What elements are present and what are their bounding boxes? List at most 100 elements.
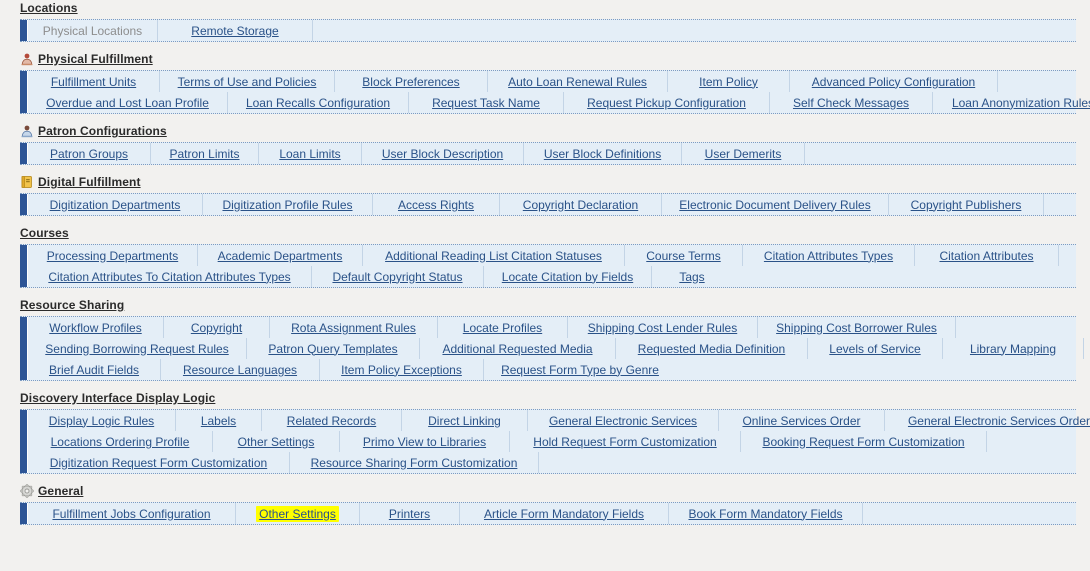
config-link[interactable]: Fulfillment Units: [51, 75, 136, 89]
link-cell[interactable]: Item Policy Exceptions: [320, 359, 484, 380]
link-cell[interactable]: Online Services Order: [719, 410, 885, 431]
config-link[interactable]: Request Form Type by Genre: [501, 363, 659, 377]
config-link[interactable]: Terms of Use and Policies: [178, 75, 317, 89]
config-link[interactable]: Remote Storage: [191, 24, 278, 38]
config-link[interactable]: Display Logic Rules: [49, 414, 154, 428]
link-cell[interactable]: Book Form Mandatory Fields: [669, 503, 863, 524]
config-link[interactable]: Shipping Cost Borrower Rules: [776, 321, 937, 335]
link-cell[interactable]: Rota Assignment Rules: [270, 317, 438, 338]
link-cell[interactable]: User Demerits: [682, 143, 805, 164]
link-cell[interactable]: Shipping Cost Borrower Rules: [758, 317, 956, 338]
link-cell[interactable]: Self Check Messages: [770, 92, 933, 113]
config-link[interactable]: Overdue and Lost Loan Profile: [46, 96, 209, 110]
link-cell[interactable]: Digitization Departments: [28, 194, 203, 215]
config-link[interactable]: Auto Loan Renewal Rules: [508, 75, 647, 89]
config-link[interactable]: Primo View to Libraries: [363, 435, 486, 449]
link-cell[interactable]: Printers: [360, 503, 460, 524]
config-link[interactable]: General Electronic Services: [549, 414, 697, 428]
config-link[interactable]: Citation Attributes: [939, 249, 1033, 263]
config-link[interactable]: Online Services Order: [742, 414, 860, 428]
link-cell[interactable]: Library Mapping: [943, 338, 1084, 359]
link-cell[interactable]: Course Terms: [625, 245, 743, 266]
config-link[interactable]: Additional Requested Media: [442, 342, 592, 356]
config-link[interactable]: Copyright Publishers: [911, 198, 1022, 212]
link-cell[interactable]: Copyright Publishers: [889, 194, 1044, 215]
link-cell[interactable]: Patron Groups: [28, 143, 151, 164]
link-cell[interactable]: User Block Description: [362, 143, 524, 164]
link-cell[interactable]: Article Form Mandatory Fields: [460, 503, 669, 524]
config-link[interactable]: Patron Query Templates: [268, 342, 397, 356]
config-link[interactable]: Additional Reading List Citation Statuse…: [385, 249, 602, 263]
config-link[interactable]: Copyright: [191, 321, 242, 335]
link-cell[interactable]: Remote Storage: [158, 20, 313, 41]
config-link[interactable]: Booking Request Form Customization: [762, 435, 964, 449]
link-cell[interactable]: Labels: [176, 410, 262, 431]
config-link[interactable]: Requested Media Definition: [638, 342, 785, 356]
link-cell[interactable]: Processing Departments: [28, 245, 198, 266]
config-link[interactable]: Other Settings: [238, 435, 315, 449]
link-cell[interactable]: Block Preferences: [335, 71, 488, 92]
config-link[interactable]: Block Preferences: [362, 75, 459, 89]
link-cell[interactable]: Request Task Name: [409, 92, 564, 113]
config-link[interactable]: Locate Citation by Fields: [502, 270, 633, 284]
link-cell[interactable]: General Electronic Services Order: [885, 410, 1090, 431]
config-link[interactable]: User Block Description: [382, 147, 503, 161]
link-cell[interactable]: Levels of Service: [808, 338, 943, 359]
config-link[interactable]: Citation Attributes To Citation Attribut…: [48, 270, 290, 284]
link-cell[interactable]: Patron Query Templates: [247, 338, 420, 359]
link-cell[interactable]: Fulfillment Units: [28, 71, 160, 92]
link-cell[interactable]: Citation Attributes Types: [743, 245, 915, 266]
config-link[interactable]: Other Settings: [259, 507, 336, 521]
config-link[interactable]: User Block Definitions: [544, 147, 661, 161]
link-cell[interactable]: Request Pickup Configuration: [564, 92, 770, 113]
config-link[interactable]: Tags: [679, 270, 704, 284]
config-link[interactable]: Access Rights: [398, 198, 474, 212]
config-link[interactable]: Advanced Policy Configuration: [812, 75, 975, 89]
config-link[interactable]: Electronic Document Delivery Rules: [679, 198, 870, 212]
link-cell[interactable]: Terms of Use and Policies: [160, 71, 335, 92]
link-cell[interactable]: Fulfillment Jobs Configuration: [28, 503, 236, 524]
link-cell[interactable]: Locate Citation by Fields: [484, 266, 652, 287]
link-cell[interactable]: Overdue and Lost Loan Profile: [28, 92, 228, 113]
link-cell[interactable]: Tags: [652, 266, 732, 287]
link-cell[interactable]: Default Copyright Status: [312, 266, 484, 287]
config-link[interactable]: Direct Linking: [428, 414, 501, 428]
link-cell[interactable]: Locate Profiles: [438, 317, 568, 338]
config-link[interactable]: User Demerits: [705, 147, 782, 161]
config-link[interactable]: Patron Groups: [50, 147, 128, 161]
config-link[interactable]: Academic Departments: [218, 249, 343, 263]
link-cell[interactable]: Item Policy: [668, 71, 790, 92]
link-cell[interactable]: Access Rights: [373, 194, 500, 215]
config-link[interactable]: Loan Limits: [279, 147, 340, 161]
link-cell[interactable]: Additional Reading List Citation Statuse…: [363, 245, 625, 266]
link-cell[interactable]: Primo View to Libraries: [340, 431, 510, 452]
link-cell[interactable]: Display Logic Rules: [28, 410, 176, 431]
config-link[interactable]: General Electronic Services Order: [908, 414, 1090, 428]
link-cell[interactable]: Digitization Request Form Customization: [28, 452, 290, 473]
config-link[interactable]: Shipping Cost Lender Rules: [588, 321, 737, 335]
config-link[interactable]: Article Form Mandatory Fields: [484, 507, 644, 521]
config-link[interactable]: Default Copyright Status: [332, 270, 462, 284]
config-link[interactable]: Self Check Messages: [793, 96, 909, 110]
link-cell[interactable]: Sending Borrowing Request Rules: [28, 338, 247, 359]
config-link[interactable]: Digitization Departments: [50, 198, 181, 212]
config-link[interactable]: Book Form Mandatory Fields: [688, 507, 842, 521]
config-link[interactable]: Request Pickup Configuration: [587, 96, 746, 110]
link-cell[interactable]: Other Settings: [213, 431, 340, 452]
config-link[interactable]: Locate Profiles: [463, 321, 542, 335]
link-cell[interactable]: Copyright Declaration: [500, 194, 662, 215]
config-link[interactable]: Resource Sharing Form Customization: [311, 456, 518, 470]
link-cell[interactable]: Direct Linking: [402, 410, 528, 431]
link-cell[interactable]: Copyright: [164, 317, 270, 338]
config-link[interactable]: Item Policy: [699, 75, 758, 89]
config-link[interactable]: Citation Attributes Types: [764, 249, 893, 263]
link-cell[interactable]: Academic Departments: [198, 245, 363, 266]
link-cell[interactable]: Hold Request Form Customization: [510, 431, 741, 452]
config-link[interactable]: Course Terms: [646, 249, 720, 263]
link-cell[interactable]: User Block Definitions: [524, 143, 682, 164]
config-link[interactable]: Item Policy Exceptions: [341, 363, 462, 377]
link-cell[interactable]: Resource Sharing Form Customization: [290, 452, 539, 473]
config-link[interactable]: Workflow Profiles: [49, 321, 141, 335]
config-link[interactable]: Related Records: [287, 414, 376, 428]
config-link[interactable]: Loan Recalls Configuration: [246, 96, 390, 110]
